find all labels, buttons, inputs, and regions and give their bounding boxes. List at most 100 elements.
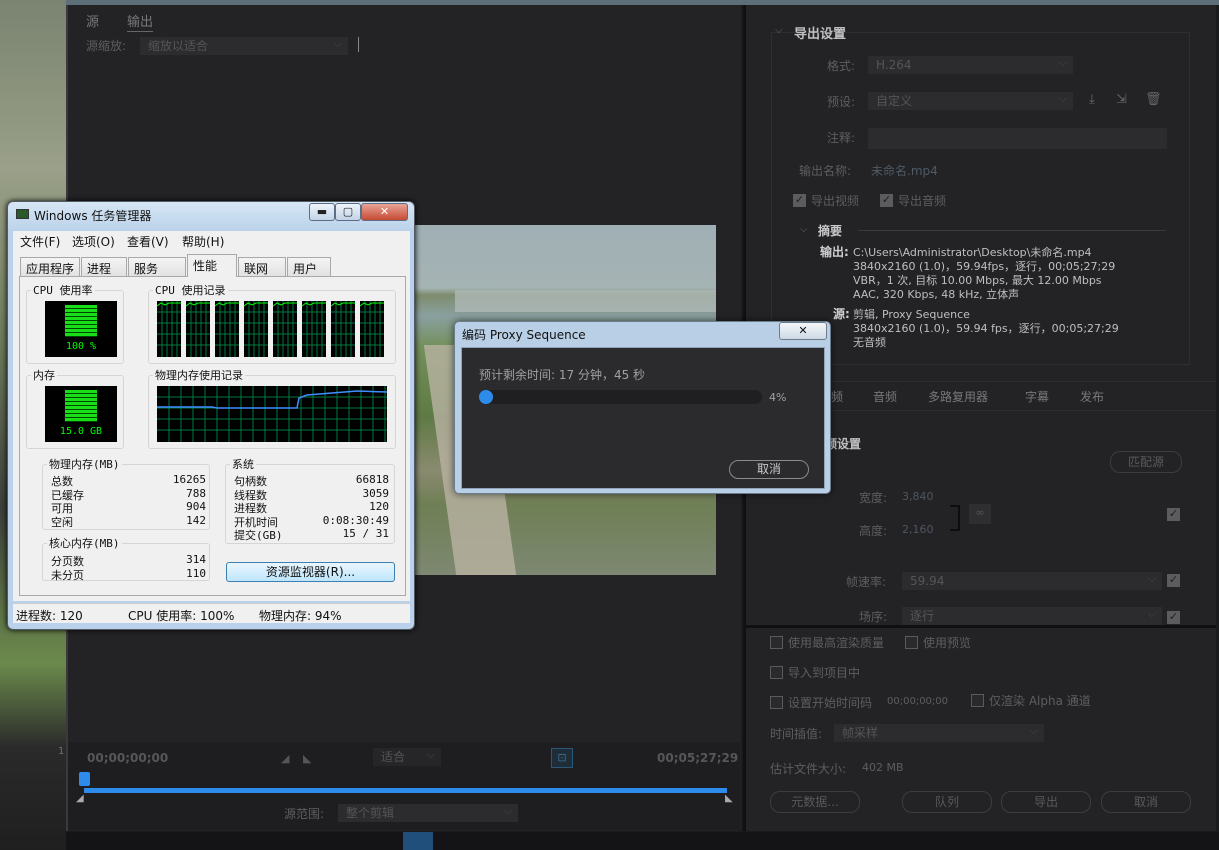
collapse-export-icon[interactable]: ⌵	[775, 25, 783, 36]
tab-output[interactable]: 输出	[127, 11, 154, 32]
tab-video[interactable]: 频	[831, 388, 843, 405]
cancel-export-button[interactable]: 取消	[1101, 791, 1191, 813]
summary-output-label: 输出:	[820, 245, 849, 259]
tab-performance[interactable]: 性能	[187, 254, 237, 277]
memory-gauge: 15.0 GB	[45, 386, 117, 442]
metadata-button[interactable]: 元数据...	[770, 791, 860, 813]
in-point-icon[interactable]: ◢	[76, 793, 84, 804]
comment-input[interactable]	[868, 128, 1167, 149]
encode-progress-percent: 4%	[769, 391, 787, 404]
delete-preset-icon[interactable]: 🗑	[1145, 92, 1162, 107]
tab-services[interactable]: 服务	[128, 257, 186, 276]
cpu-usage-group: CPU 使用率 100 %	[26, 282, 124, 364]
system-row-value: 66818	[355, 473, 389, 486]
menu-help[interactable]: 帮助(H)	[182, 233, 224, 250]
summary-divider	[858, 230, 1166, 231]
source-scale-dropdown[interactable]: 缩放以适合	[140, 35, 348, 55]
export-button[interactable]: 导出	[1001, 791, 1091, 813]
width-match-checkbox[interactable]: ✓	[1167, 508, 1180, 521]
preset-dropdown[interactable]: 自定义	[868, 90, 1073, 110]
export-audio-checkbox[interactable]: ✓	[880, 194, 893, 207]
tab-processes[interactable]: 进程	[81, 257, 127, 276]
cpu-usage-gauge: 100 %	[45, 301, 117, 357]
encode-dialog-close-button[interactable]: ✕	[779, 322, 827, 340]
playhead-marker[interactable]	[79, 772, 90, 786]
tab-captions[interactable]: 字幕	[1025, 388, 1049, 405]
max-render-quality-label: 使用最高渲染质量	[788, 636, 885, 650]
framerate-dropdown[interactable]: 59.94	[902, 570, 1162, 590]
est-size-value: 402 MB	[862, 761, 904, 774]
summary-source-label: 源:	[833, 307, 850, 321]
export-video-checkbox[interactable]: ✓	[793, 194, 806, 207]
system-title: 系统	[230, 456, 256, 472]
out-point-icon[interactable]: ◣	[725, 793, 733, 804]
width-label: 宽度:	[859, 491, 888, 505]
menu-view[interactable]: 查看(V)	[127, 233, 169, 250]
match-source-button[interactable]: 匹配源	[1110, 451, 1182, 473]
summary-title: 摘要	[818, 224, 843, 238]
tab-multiplexer[interactable]: 多路复用器	[928, 388, 988, 405]
task-manager-titlebar[interactable]: Windows 任务管理器 ▬ ▢ ✕	[8, 202, 414, 230]
start-timecode-label: 设置开始时间码	[788, 696, 873, 710]
start-timecode-value[interactable]: 00;00;00;00	[887, 696, 948, 707]
physical-memory-row-value: 142	[186, 513, 206, 527]
use-previews-checkbox[interactable]	[905, 636, 918, 649]
tab-users[interactable]: 用户	[287, 257, 331, 276]
timeline-bar[interactable]	[84, 788, 727, 793]
source-range-dropdown[interactable]: 整个剪辑	[338, 802, 518, 822]
status-memory: 物理内存: 94%	[259, 609, 342, 623]
output-name-label: 输出名称:	[799, 164, 852, 178]
step-back-icon[interactable]: ◢	[281, 752, 289, 765]
menu-file[interactable]: 文件(F)	[20, 233, 60, 250]
encode-dialog-body: 预计剩余时间: 17 分钟，45 秒 4% 取消	[461, 347, 825, 489]
import-to-project-checkbox[interactable]	[770, 666, 783, 679]
crop-icon[interactable]: ⊡	[551, 748, 573, 768]
link-bracket	[950, 505, 960, 531]
constrain-link-icon[interactable]: ∞	[969, 504, 991, 524]
menu-options[interactable]: 选项(O)	[72, 233, 115, 250]
export-settings-title: 导出设置	[794, 27, 847, 42]
field-order-dropdown[interactable]: 逐行	[902, 605, 1162, 625]
encode-cancel-button[interactable]: 取消	[729, 460, 809, 479]
queue-button[interactable]: 队列	[902, 791, 992, 813]
export-audio-label: 导出音频	[898, 194, 947, 208]
resource-monitor-button[interactable]: 资源监视器(R)...	[226, 562, 395, 582]
fit-dropdown[interactable]: 适合	[373, 746, 441, 766]
field-order-match-checkbox[interactable]: ✓	[1167, 611, 1180, 624]
time-interp-dropdown[interactable]: 帧采样	[834, 722, 1044, 742]
render-alpha-label: 仅渲染 Alpha 通道	[989, 694, 1091, 708]
format-label: 格式:	[827, 59, 856, 73]
width-value[interactable]: 3,840	[902, 490, 934, 503]
cpu-usage-label: CPU 使用率	[31, 282, 95, 298]
system-row-value: 3059	[362, 486, 390, 500]
save-preset-icon[interactable]: ⤓	[1089, 92, 1095, 107]
tab-publish[interactable]: 发布	[1080, 388, 1104, 405]
render-alpha-checkbox[interactable]	[971, 694, 984, 707]
memory-history-group: 物理内存使用记录	[148, 367, 396, 449]
output-name-link[interactable]: 未命名.mp4	[871, 162, 938, 179]
physical-memory-row-value: 16265	[172, 473, 206, 486]
height-value[interactable]: 2,160	[902, 523, 934, 536]
maximize-button[interactable]: ▢	[335, 203, 361, 221]
tab-source[interactable]: 源	[86, 11, 99, 30]
import-preset-icon[interactable]: ⇲	[1116, 92, 1127, 107]
task-manager-app-icon	[16, 209, 29, 219]
tab-applications[interactable]: 应用程序	[20, 257, 80, 276]
max-render-quality-checkbox[interactable]	[770, 636, 783, 649]
format-dropdown[interactable]: H.264	[868, 54, 1073, 74]
kernel-memory-row-value: 110	[186, 566, 206, 580]
summary-collapse-icon[interactable]: ⌵	[800, 224, 808, 235]
tab-networking[interactable]: 联网	[238, 257, 286, 276]
step-forward-icon[interactable]: ◣	[303, 752, 311, 765]
memory-history-graph	[157, 386, 387, 442]
kernel-memory-row-value: 314	[186, 553, 206, 566]
framerate-match-checkbox[interactable]: ✓	[1167, 574, 1180, 587]
est-size-label: 估计文件大小:	[770, 762, 847, 776]
time-interp-label: 时间插值:	[770, 727, 823, 741]
tab-audio[interactable]: 音频	[873, 388, 897, 405]
minimize-button[interactable]: ▬	[309, 203, 335, 221]
close-button[interactable]: ✕	[361, 203, 408, 221]
encode-dialog-title: 编码 Proxy Sequence	[462, 328, 586, 342]
task-manager-window: Windows 任务管理器 ▬ ▢ ✕ 文件(F) 选项(O) 查看(V) 帮助…	[7, 201, 415, 630]
start-timecode-checkbox[interactable]	[770, 696, 783, 709]
